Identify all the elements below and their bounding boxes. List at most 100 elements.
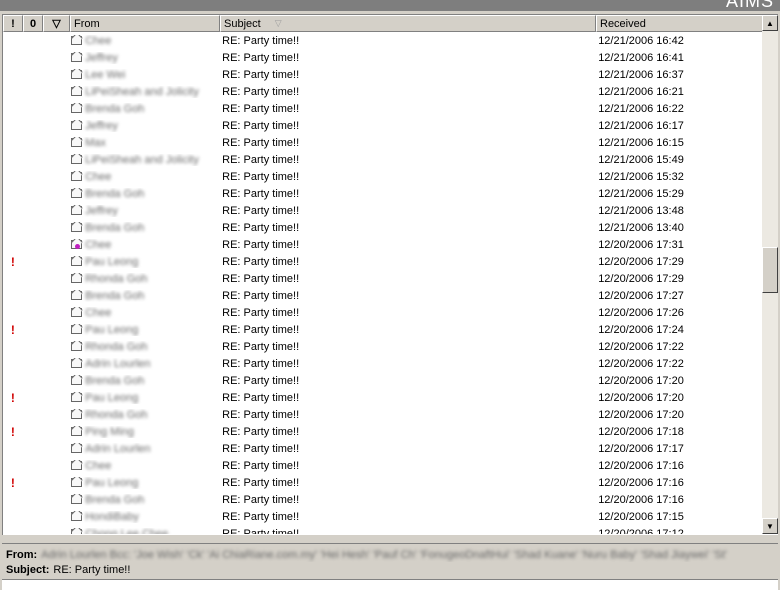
attachment-column-header[interactable]: 0 (23, 15, 43, 32)
preview-subject-line: Subject: RE: Party time!! (6, 562, 774, 577)
message-row[interactable]: HondiBaby RE: Party time!! 12/20/2006 17:1… (3, 508, 763, 525)
received-cell: 12/20/2006 17:12 (598, 527, 684, 535)
message-row[interactable]: Chee RE: Party time!! 12/21/2006 16:42 (3, 32, 763, 49)
envelope-icon (71, 257, 83, 266)
message-row[interactable]: Brenda Goh RE: Party time!! 12/20/2006 17:… (3, 491, 763, 508)
sender-name: HondiBaby (85, 510, 139, 523)
message-row[interactable]: LiPeiSheah and Jolicity RE: Party time!! 1… (3, 83, 763, 100)
subject-cell: RE: Party time!! (222, 68, 300, 81)
message-row[interactable]: ! Pau Leong RE: Party time!! 12/20/2006 17:… (3, 474, 763, 491)
subject-cell: RE: Party time!! (222, 340, 300, 353)
message-row[interactable]: Rhonda Goh RE: Party time!! 12/20/2006 17:… (3, 406, 763, 423)
received-cell: 12/21/2006 15:49 (598, 153, 684, 166)
preview-subject-value: RE: Party time!! (53, 563, 131, 576)
message-row[interactable]: Brenda Goh RE: Party time!! 12/21/2006 16:… (3, 100, 763, 117)
received-cell: 12/21/2006 15:32 (598, 170, 684, 183)
subject-cell: RE: Party time!! (222, 442, 300, 455)
received-cell: 12/21/2006 16:41 (598, 51, 684, 64)
preview-header: From: Adrin Lourlen Bcc: 'Joe Wish' 'Ck'… (2, 543, 778, 579)
sender-name: Jeffrey (85, 119, 118, 132)
preview-body (2, 579, 778, 590)
message-row[interactable]: ! Ping Ming RE: Party time!! 12/20/2006 17:… (3, 423, 763, 440)
envelope-icon (71, 172, 83, 181)
sender-name: Adrin Lourlen (85, 442, 151, 455)
sender-name: Jeffrey (85, 51, 118, 64)
envelope-icon (71, 291, 83, 300)
subject-cell: RE: Party time!! (222, 170, 300, 183)
subject-cell: RE: Party time!! (222, 425, 300, 438)
message-row[interactable]: Brenda Goh RE: Party time!! 12/20/2006 17:… (3, 372, 763, 389)
envelope-icon (71, 223, 83, 232)
flag-column-header[interactable]: ▽ (43, 15, 70, 32)
sender-name: Pau Leong (85, 255, 139, 268)
message-row[interactable]: Jeffrey RE: Party time!! 12/21/2006 16:17 (3, 117, 763, 134)
high-importance-icon: ! (10, 254, 15, 269)
sender-name: Rhonda Goh (85, 340, 148, 353)
message-row[interactable]: ! Pau Leong RE: Party time!! 12/20/2006 17:… (3, 389, 763, 406)
envelope-icon (71, 529, 83, 534)
sort-arrow-icon: ▽ (274, 18, 282, 28)
envelope-icon (71, 461, 83, 470)
window-title: AIMS (725, 0, 774, 11)
importance-column-header[interactable]: ! (3, 15, 23, 32)
high-importance-icon: ! (10, 390, 15, 405)
received-cell: 12/21/2006 16:37 (598, 68, 684, 81)
received-cell: 12/21/2006 15:29 (598, 187, 684, 200)
message-row[interactable]: LiPeiSheah and Jolicity RE: Party time!! 1… (3, 151, 763, 168)
message-row[interactable]: Adrin Lourlen RE: Party time!! 12/20/2006 … (3, 355, 763, 372)
vertical-scrollbar[interactable]: ▲ ▼ (762, 15, 778, 534)
message-row[interactable]: Adrin Lourlen RE: Party time!! 12/20/2006 … (3, 440, 763, 457)
from-cell: Chong Lee Chee (69, 528, 217, 534)
envelope-icon (71, 427, 83, 436)
received-column-header[interactable]: Received (596, 15, 763, 32)
subject-cell: RE: Party time!! (222, 289, 300, 302)
message-row[interactable]: Max RE: Party time!! 12/21/2006 16:15 (3, 134, 763, 151)
received-cell: 12/20/2006 17:26 (598, 306, 684, 319)
from-cell: Lee Wei (69, 69, 217, 81)
received-cell: 12/20/2006 17:18 (598, 425, 684, 438)
high-importance-icon: ! (10, 475, 15, 490)
message-row[interactable]: Chong Lee Chee RE: Party time!! 12/20/2006… (3, 525, 763, 534)
envelope-icon (71, 240, 83, 249)
message-row[interactable]: Jeffrey RE: Party time!! 12/21/2006 16:41 (3, 49, 763, 66)
message-row[interactable]: Brenda Goh RE: Party time!! 12/20/2006 17:… (3, 287, 763, 304)
sender-name: Chee (85, 238, 112, 251)
message-row[interactable]: Rhonda Goh RE: Party time!! 12/20/2006 17:… (3, 338, 763, 355)
message-row[interactable]: Chee RE: Party time!! 12/20/2006 17:16 (3, 457, 763, 474)
received-cell: 12/20/2006 17:20 (598, 391, 684, 404)
message-row[interactable]: Brenda Goh RE: Party time!! 12/21/2006 13:… (3, 219, 763, 236)
from-cell: Jeffrey (69, 205, 217, 217)
message-row[interactable]: ! Pau Leong RE: Party time!! 12/20/2006 17:… (3, 253, 763, 270)
message-row[interactable]: Chee RE: Party time!! 12/20/2006 17:31 (3, 236, 763, 253)
from-cell: LiPeiSheah and Jolicity (69, 86, 217, 98)
received-cell: 12/20/2006 17:27 (598, 289, 684, 302)
subject-cell: RE: Party time!! (222, 357, 300, 370)
message-row[interactable]: ! Pau Leong RE: Party time!! 12/20/2006 17:… (3, 321, 763, 338)
subject-cell: RE: Party time!! (222, 238, 300, 251)
message-row[interactable]: Lee Wei RE: Party time!! 12/21/2006 16:37 (3, 66, 763, 83)
sender-name: Lee Wei (85, 68, 126, 81)
sender-name: Brenda Goh (85, 187, 145, 200)
subject-column-header[interactable]: Subject ▽ (220, 15, 596, 32)
message-row[interactable]: Chee RE: Party time!! 12/20/2006 17:26 (3, 304, 763, 321)
received-cell: 12/20/2006 17:31 (598, 238, 684, 251)
message-row[interactable]: Jeffrey RE: Party time!! 12/21/2006 13:48 (3, 202, 763, 219)
subject-cell: RE: Party time!! (222, 255, 300, 268)
message-row[interactable]: Rhonda Goh RE: Party time!! 12/20/2006 17:… (3, 270, 763, 287)
from-column-header[interactable]: From (70, 15, 220, 32)
message-row[interactable]: Chee RE: Party time!! 12/21/2006 15:32 (3, 168, 763, 185)
envelope-icon (71, 342, 83, 351)
envelope-icon (71, 308, 83, 317)
sender-name: Brenda Goh (85, 374, 145, 387)
envelope-icon (71, 121, 83, 130)
from-cell: Adrin Lourlen (69, 358, 217, 370)
received-cell: 12/20/2006 17:17 (598, 442, 684, 455)
message-row[interactable]: Brenda Goh RE: Party time!! 12/21/2006 15:… (3, 185, 763, 202)
scroll-thumb[interactable] (762, 247, 778, 293)
scroll-up-button[interactable]: ▲ (762, 15, 778, 31)
scroll-down-button[interactable]: ▼ (762, 518, 778, 534)
from-cell: Chee (69, 460, 217, 472)
received-cell: 12/20/2006 17:16 (598, 459, 684, 472)
from-cell: HondiBaby (69, 511, 217, 523)
envelope-icon (71, 155, 83, 164)
